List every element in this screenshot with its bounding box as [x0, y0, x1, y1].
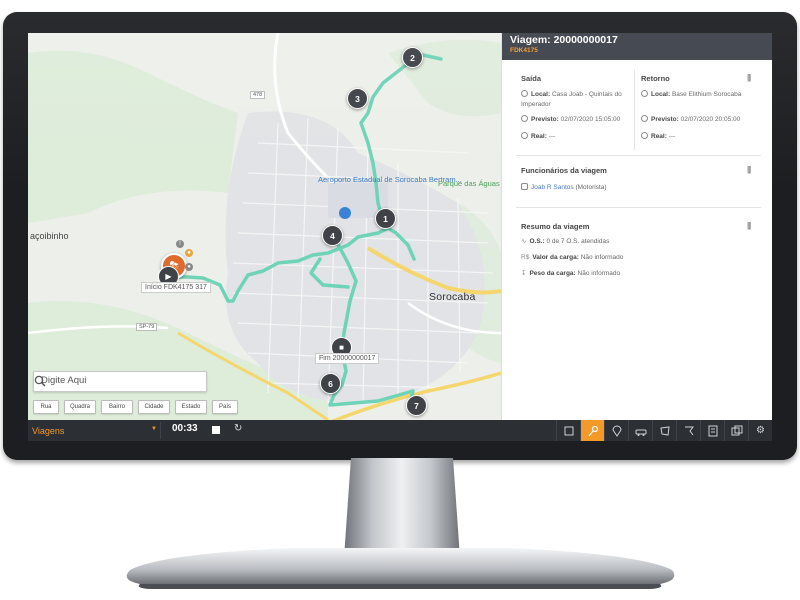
- trip-title: Viagem: 20000000017: [510, 34, 618, 46]
- clock-icon: [521, 132, 528, 139]
- city-label: Sorocaba: [429, 291, 476, 303]
- filter-bairro[interactable]: Bairro: [101, 400, 133, 414]
- area-tool-icon[interactable]: [652, 420, 676, 441]
- summary-os: ∿ O.S.: 0 de 7 O.S. atendidas: [521, 238, 610, 245]
- departure-heading: Saída: [521, 74, 542, 83]
- map[interactable]: Aeroporto Estadual de Sorocaba Bertram..…: [28, 33, 501, 420]
- chevron-down-icon[interactable]: ▼: [151, 426, 157, 432]
- return-planned: Previsto: 02/07/2020 20:05:00: [641, 115, 740, 125]
- route-pin-tool-icon[interactable]: [580, 420, 604, 441]
- search-icon[interactable]: [34, 375, 46, 387]
- speed-mini-icon: ●: [185, 263, 193, 271]
- departure-local: Local: Casa Joab - Quintais do Imperador: [521, 90, 622, 108]
- search-input[interactable]: [34, 372, 191, 389]
- stop-button[interactable]: [212, 426, 220, 434]
- location-pin-icon: [641, 90, 648, 97]
- route-shield-478: 478: [250, 91, 266, 99]
- money-icon: R$: [521, 254, 530, 261]
- marker-1[interactable]: 1: [375, 208, 396, 229]
- departure-real: Real: ---: [521, 132, 555, 142]
- refresh-timer: 00:33: [172, 423, 198, 434]
- filter-rua[interactable]: Rua: [33, 400, 59, 414]
- monitor-base: [126, 548, 675, 589]
- map-search: [33, 371, 207, 392]
- location-tool-icon[interactable]: [604, 420, 628, 441]
- download-weight-icon: ↧: [521, 270, 527, 277]
- clock-icon: [641, 115, 648, 122]
- route-shield: SP-79: [136, 323, 158, 331]
- filter-cidade[interactable]: Cidade: [138, 400, 170, 414]
- module-select[interactable]: Viagens: [28, 422, 161, 439]
- return-local: Local: Base Elithium Sorocaba: [641, 90, 741, 100]
- panel-header: Viagem: 20000000017 FDK4175: [502, 33, 772, 60]
- summary-weight: ↧ Peso da carga: Não informado: [521, 270, 621, 277]
- airport-label: Aeroporto Estadual de Sorocaba Bertram..…: [318, 175, 462, 184]
- clock-icon: [521, 115, 528, 122]
- employee-row: Joab R Santos (Motorista): [521, 183, 607, 193]
- vehicle-tool-icon[interactable]: [628, 420, 652, 441]
- departure-planned: Previsto: 02/07/2020 15:05:00: [521, 115, 620, 125]
- section-divider: [516, 155, 761, 156]
- start-tooltip: Início FDK4175 317: [141, 282, 211, 293]
- gear-icon[interactable]: ⚙: [748, 420, 772, 441]
- summary-value: R$ Valor da carga: Não informado: [521, 254, 624, 261]
- bottom-toolbar: Viagens ▼ 00:33 ↻ ⚙: [28, 420, 772, 441]
- map-tools: ⚙ ⌃: [556, 420, 772, 441]
- marker-2[interactable]: 2: [402, 47, 423, 68]
- filter-estado[interactable]: Estado: [175, 400, 207, 414]
- employees-heading: Funcionários da viagem: [521, 166, 607, 175]
- clock-icon: [641, 132, 648, 139]
- search-filter-chips: Rua Quadra Bairro Cidade Estado País: [33, 400, 238, 414]
- activity-icon: ∿: [521, 238, 527, 245]
- flag-tool-icon[interactable]: [676, 420, 700, 441]
- info-mini-icon: !: [176, 240, 184, 248]
- screen: Aeroporto Estadual de Sorocaba Bertram..…: [28, 33, 772, 441]
- filter-pais[interactable]: País: [212, 400, 238, 414]
- marker-4[interactable]: 4: [322, 225, 343, 246]
- marker-7[interactable]: 7: [406, 395, 427, 416]
- marker-6[interactable]: 6: [320, 373, 341, 394]
- fuel-mini-icon: ●: [185, 249, 193, 257]
- park-label: Parque das Águas: [438, 179, 500, 188]
- report-tool-icon[interactable]: [700, 420, 724, 441]
- summary-heading: Resumo da viagem: [521, 222, 590, 231]
- marker-3[interactable]: 3: [347, 88, 368, 109]
- summary-menu-icon[interactable]: |||: [747, 221, 751, 230]
- trip-details-panel: Viagem: 20000000017 FDK4175 Saída Local:…: [501, 33, 772, 420]
- west-label: açoibinho: [30, 231, 69, 241]
- employees-menu-icon[interactable]: |||: [747, 165, 751, 174]
- return-menu-icon[interactable]: |||: [747, 73, 751, 82]
- sync-icon[interactable]: ↻: [234, 423, 242, 434]
- user-icon: [521, 183, 528, 190]
- filter-quadra[interactable]: Quadra: [64, 400, 96, 414]
- trip-plate: FDK4175: [510, 47, 538, 54]
- return-heading: Retorno: [641, 74, 670, 83]
- section-divider: [516, 207, 761, 208]
- end-tooltip: Fim 20000000017: [315, 353, 380, 364]
- location-pin-icon: [521, 90, 528, 97]
- window-tool-icon[interactable]: [724, 420, 748, 441]
- return-real: Real: ---: [641, 132, 675, 142]
- column-divider: [634, 70, 635, 150]
- layers-tool-icon[interactable]: [556, 420, 580, 441]
